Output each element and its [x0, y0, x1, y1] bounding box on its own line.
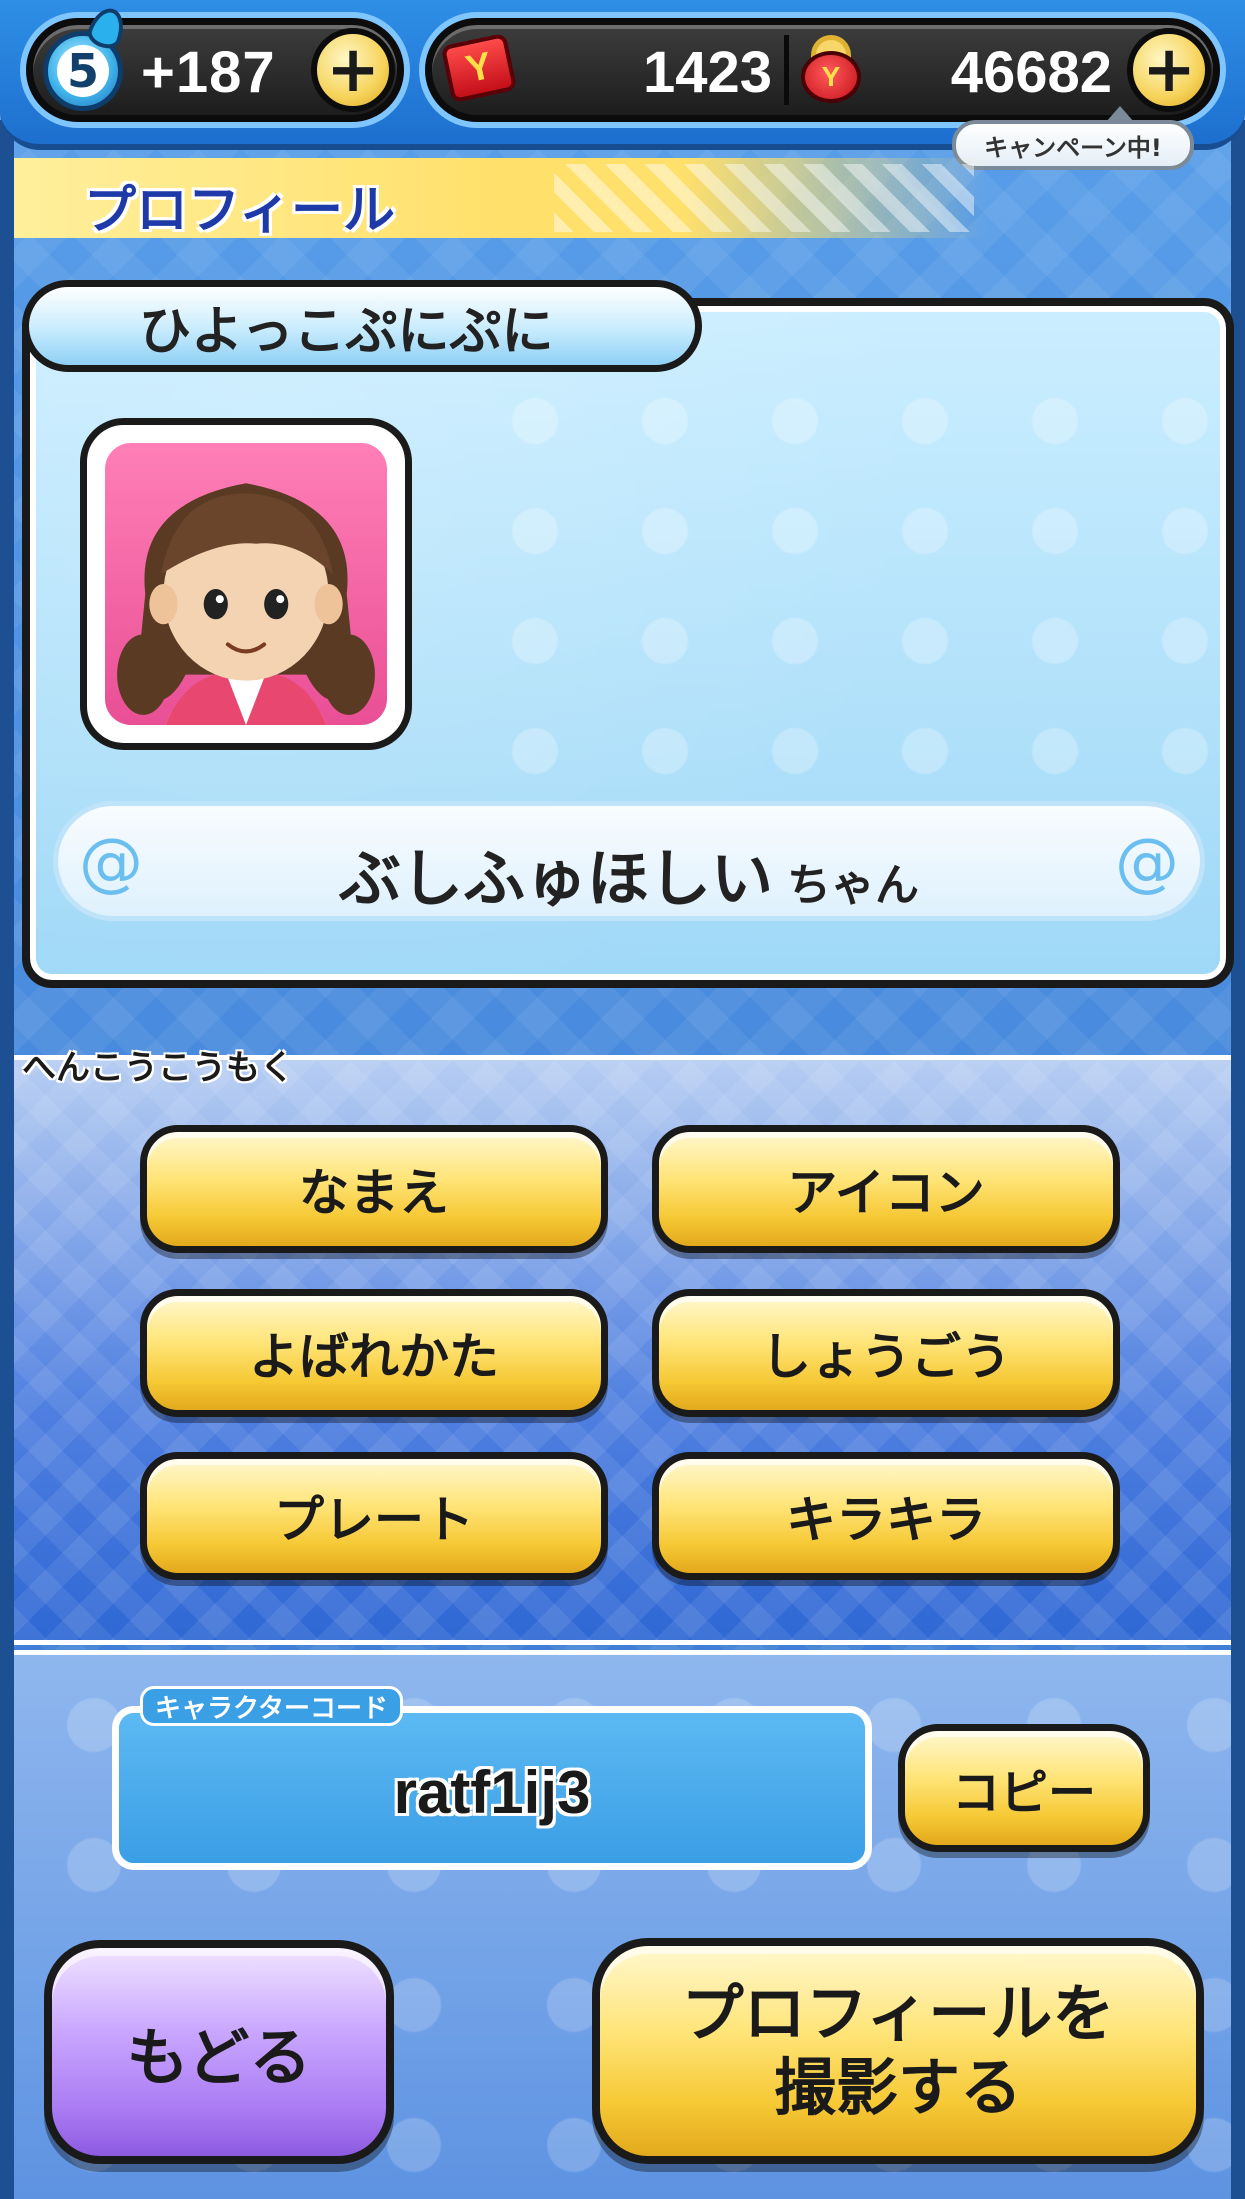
level-value: 5: [57, 44, 109, 98]
photo-button-line2: 撮影する: [773, 2051, 1022, 2124]
ticket-icon: Y: [440, 32, 518, 104]
currency-divider: [784, 35, 789, 105]
stamina-pill: 5 +187 +: [26, 3, 404, 122]
edit-plate-button[interactable]: プレート: [140, 1452, 608, 1580]
card-background-pattern: [470, 366, 1210, 786]
edit-honorific-button[interactable]: よばれかた: [140, 1289, 608, 1417]
character-code-value: ratf1ij3: [393, 1759, 591, 1826]
back-button[interactable]: もどる: [44, 1940, 394, 2164]
plus-icon: +: [326, 33, 380, 107]
copy-code-button[interactable]: コピー: [898, 1724, 1150, 1852]
edit-sparkle-button[interactable]: キラキラ: [652, 1452, 1120, 1580]
girl-avatar-icon: [117, 483, 375, 725]
pouch-body: Y: [801, 51, 861, 103]
avatar-frame: [80, 418, 412, 750]
page-title: プロフィール: [84, 181, 395, 241]
rank-title-tab: ひよっこぷにぷに: [22, 280, 702, 372]
character-code-label: キャラクターコード: [140, 1686, 403, 1726]
money-count: 46682: [950, 40, 1112, 105]
add-stamina-button[interactable]: +: [311, 28, 395, 112]
stamina-value: +187: [141, 40, 276, 105]
rank-title: ひよっこぷにぷに: [139, 301, 554, 362]
level-badge: 5: [43, 3, 130, 111]
plus-icon: +: [1142, 33, 1196, 107]
currency-pill: Y 1423 Y 46682 +: [425, 18, 1220, 122]
player-name: ぶしふゅほしい ちゃん: [58, 828, 1200, 918]
avatar: [105, 443, 387, 725]
ticket-icon-glyph: Y: [462, 44, 496, 91]
edit-items-label: へんこうこうもく: [22, 1048, 294, 1088]
section-header: プロフィール: [14, 158, 1231, 241]
header-diamond-pattern: [554, 164, 974, 232]
money-icon-glyph: Y: [821, 61, 841, 92]
take-profile-photo-button[interactable]: プロフィールを 撮影する: [592, 1938, 1204, 2164]
money-pouch-icon: Y: [797, 33, 865, 105]
edit-icon-button[interactable]: アイコン: [652, 1125, 1120, 1253]
name-suffix: ちゃん: [787, 860, 919, 911]
add-money-button[interactable]: +: [1127, 28, 1211, 112]
name-plate: @ @ ぶしふゅほしい ちゃん: [58, 806, 1200, 916]
edit-title-button[interactable]: しょうごう: [652, 1289, 1120, 1417]
photo-button-line1: プロフィールを: [681, 1976, 1115, 2050]
player-name-text: ぶしふゅほしい: [338, 842, 773, 915]
edit-name-button[interactable]: なまえ: [140, 1125, 608, 1253]
ticket-count: 1423: [642, 40, 772, 105]
